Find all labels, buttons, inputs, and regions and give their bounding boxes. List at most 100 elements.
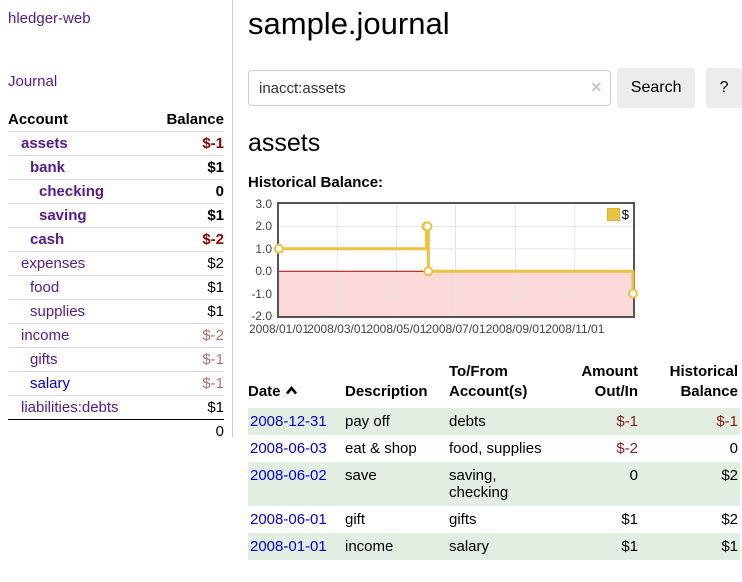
accounts-header-balance: Balance [150, 108, 224, 132]
transaction-amount: $-2 [561, 435, 640, 462]
account-balance: $-1 [150, 132, 224, 156]
sidebar: hledger-web Journal Account Balance asse… [0, 0, 233, 437]
account-balance: $1 [150, 396, 224, 420]
account-link-assets[interactable]: assets [21, 135, 68, 152]
search-form: ✕ Search ? [248, 68, 742, 108]
transaction-date-link[interactable]: 2008-01-01 [250, 538, 327, 555]
transaction-description: gift [345, 506, 449, 533]
account-link-bank[interactable]: bank [30, 159, 65, 176]
account-link-food[interactable]: food [30, 279, 59, 296]
balance-chart: $ 3.02.01.00.0-1.0-2.02008/01/012008/03/… [248, 202, 742, 340]
account-row: saving $1 [8, 204, 224, 228]
register-row: 2008-06-03 eat & shop food, supplies $-2… [248, 435, 740, 462]
y-axis-tick: 3.0 [248, 197, 272, 211]
account-balance: $-1 [150, 372, 224, 396]
account-link-salary[interactable]: salary [30, 375, 70, 392]
accounts-total-value: 0 [150, 420, 224, 444]
account-balance: $1 [150, 156, 224, 180]
transaction-balance: 0 [640, 435, 740, 462]
search-button[interactable]: Search [617, 68, 695, 108]
account-row: gifts $-1 [8, 348, 224, 372]
y-axis-tick: 0.0 [248, 264, 272, 278]
account-row: salary $-1 [8, 372, 224, 396]
app-brand-link[interactable]: hledger-web [8, 10, 91, 27]
account-link-checking[interactable]: checking [39, 183, 104, 200]
account-link-cash[interactable]: cash [30, 231, 64, 248]
transaction-date-link[interactable]: 2008-06-02 [250, 467, 327, 484]
account-row: checking 0 [8, 180, 224, 204]
transaction-accounts: gifts [449, 506, 561, 533]
transaction-accounts: food, supplies [449, 435, 561, 462]
transaction-amount: $1 [561, 506, 640, 533]
account-balance: $-1 [150, 348, 224, 372]
register-row: 2008-06-01 gift gifts $1 $2 [248, 506, 740, 533]
x-axis-tick: 2008/07/01 [425, 322, 485, 336]
register-header-accounts: To/From Account(s) [449, 362, 561, 408]
accounts-total-row: 0 [8, 420, 224, 444]
account-link-income[interactable]: income [21, 327, 69, 344]
account-row: liabilities:debts $1 [8, 396, 224, 420]
search-input[interactable] [248, 70, 611, 106]
transaction-balance: $-1 [640, 408, 740, 435]
clear-search-icon[interactable]: ✕ [590, 79, 602, 96]
register-row: 2008-12-31 pay off debts $-1 $-1 [248, 408, 740, 435]
transaction-description: income [345, 533, 449, 560]
x-axis-tick: 2008/11/01 [545, 322, 604, 336]
x-axis-tick: 2008/03/01 [307, 322, 367, 336]
account-balance: 0 [150, 180, 224, 204]
account-balance: $1 [150, 300, 224, 324]
register-header-date[interactable]: Date [248, 362, 345, 408]
account-link-liabilities-debts[interactable]: liabilities:debts [21, 399, 119, 416]
main-panel: sample.journal ✕ Search ? assets Histori… [248, 0, 742, 560]
accounts-table: Account Balance assets $-1 bank $1 check… [8, 108, 224, 443]
help-button[interactable]: ? [706, 68, 742, 108]
y-axis-tick: 1.0 [248, 242, 272, 256]
transaction-description: save [345, 462, 449, 506]
account-link-gifts[interactable]: gifts [30, 351, 58, 368]
accounts-header-account: Account [8, 108, 150, 132]
transaction-accounts: debts [449, 408, 561, 435]
register-header-row: Date Description To/From Account(s) Amou… [248, 362, 740, 408]
transaction-description: eat & shop [345, 435, 449, 462]
account-row: expenses $2 [8, 252, 224, 276]
account-balance: $-2 [150, 324, 224, 348]
search-box: ✕ [248, 70, 611, 106]
x-axis-tick: 2008/01/01 [249, 322, 309, 336]
x-axis-tick: 2008/09/01 [486, 322, 546, 336]
transaction-balance: $1 [640, 533, 740, 560]
transaction-amount: $1 [561, 533, 640, 560]
page-title: sample.journal [248, 0, 742, 44]
register-header-amount: Amount Out/In [561, 362, 640, 408]
account-row: food $1 [8, 276, 224, 300]
account-row: supplies $1 [8, 300, 224, 324]
y-axis-tick: 2.0 [248, 219, 272, 233]
register-table: Date Description To/From Account(s) Amou… [248, 362, 740, 560]
transaction-date-link[interactable]: 2008-06-01 [250, 511, 327, 528]
register-header-description: Description [345, 362, 449, 408]
account-balance: $1 [150, 276, 224, 300]
nav-journal-link[interactable]: Journal [8, 73, 57, 90]
account-balance: $2 [150, 252, 224, 276]
account-balance: $1 [150, 204, 224, 228]
account-row: bank $1 [8, 156, 224, 180]
account-link-expenses[interactable]: expenses [21, 255, 85, 272]
chart-plot-area: $ [277, 202, 635, 318]
account-row: assets $-1 [8, 132, 224, 156]
register-row: 2008-01-01 income salary $1 $1 [248, 533, 740, 560]
account-row: income $-2 [8, 324, 224, 348]
transaction-description: pay off [345, 408, 449, 435]
account-row: cash $-2 [8, 228, 224, 252]
transaction-date-link[interactable]: 2008-12-31 [250, 413, 327, 430]
transaction-amount: $-1 [561, 408, 640, 435]
register-row: 2008-06-02 save saving, checking 0 $2 [248, 462, 740, 506]
account-balance: $-2 [150, 228, 224, 252]
account-heading: assets [248, 128, 742, 158]
account-link-saving[interactable]: saving [39, 207, 87, 224]
sort-ascending-icon [285, 381, 298, 401]
y-axis-tick: -1.0 [248, 287, 272, 301]
transaction-balance: $2 [640, 462, 740, 506]
transaction-date-link[interactable]: 2008-06-03 [250, 440, 327, 457]
x-axis-tick: 2008/05/01 [366, 322, 426, 336]
account-link-supplies[interactable]: supplies [30, 303, 85, 320]
transaction-amount: 0 [561, 462, 640, 506]
